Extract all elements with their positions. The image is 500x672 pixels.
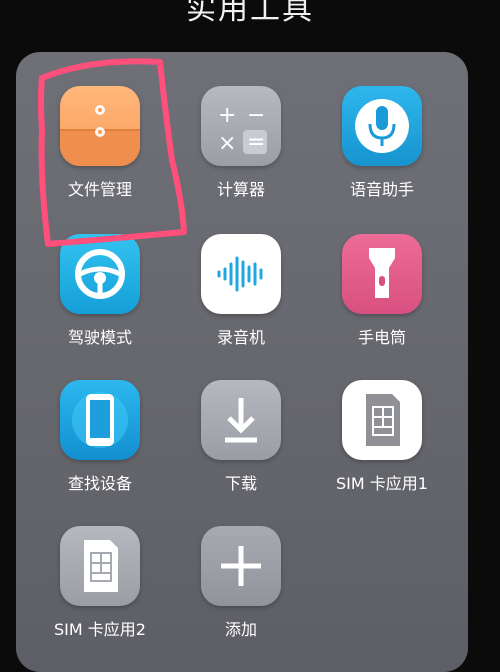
app-driving-mode[interactable]: 驾驶模式 [45, 234, 155, 348]
download-icon [201, 380, 281, 460]
steering-wheel-icon [60, 234, 140, 314]
add-app-button[interactable]: 添加 [186, 526, 296, 640]
app-recorder[interactable]: 录音机 [186, 234, 296, 348]
app-label: 录音机 [216, 328, 265, 347]
app-label: SIM 卡应用2 [54, 620, 146, 639]
app-flashlight[interactable]: 手电筒 [327, 234, 437, 348]
sim-card-icon [342, 380, 422, 460]
app-sim-toolkit-2[interactable]: SIM 卡应用2 [45, 526, 155, 640]
app-label: 下载 [224, 474, 257, 493]
app-label: 计算器 [216, 180, 265, 199]
app-label: 语音助手 [349, 180, 414, 199]
app-label: 文件管理 [67, 180, 132, 199]
app-sim-toolkit-1[interactable]: SIM 卡应用1 [327, 380, 437, 494]
app-find-device[interactable]: 查找设备 [45, 380, 155, 494]
app-folder-panel: 文件管理 + − × = 计算器 语音助手 驾驶模式 录音机 手电筒 查找设备 … [16, 52, 468, 672]
flashlight-icon [342, 234, 422, 314]
plus-icon [201, 526, 281, 606]
file-manager-icon [60, 86, 140, 166]
microphone-icon [342, 86, 422, 166]
svg-text:×: × [218, 131, 236, 156]
svg-text:+: + [218, 103, 236, 128]
sim-card-icon [60, 526, 140, 606]
app-label: 添加 [224, 620, 257, 639]
folder-title: 实用工具 [186, 0, 314, 27]
app-label: 驾驶模式 [67, 328, 132, 347]
svg-text:−: − [247, 103, 265, 128]
app-label: SIM 卡应用1 [336, 474, 428, 493]
app-calculator[interactable]: + − × = 计算器 [186, 86, 296, 200]
phone-icon [60, 380, 140, 460]
app-label: 手电筒 [357, 328, 406, 347]
sound-wave-icon [201, 234, 281, 314]
calculator-icon: + − × = [201, 86, 281, 166]
app-downloads[interactable]: 下载 [186, 380, 296, 494]
app-file-manager[interactable]: 文件管理 [45, 86, 155, 200]
svg-text:=: = [247, 130, 265, 155]
app-voice-assistant[interactable]: 语音助手 [327, 86, 437, 200]
app-label: 查找设备 [67, 474, 132, 493]
